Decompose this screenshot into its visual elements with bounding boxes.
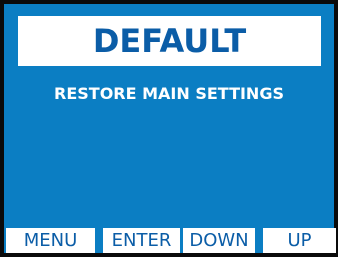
page-title: DEFAULT [18, 16, 321, 66]
device-screen: DEFAULT RESTORE MAIN SETTINGS MENU ENTER… [0, 0, 338, 257]
screen-subtitle: RESTORE MAIN SETTINGS [54, 84, 284, 103]
down-button[interactable]: DOWN [183, 228, 255, 253]
enter-button[interactable]: ENTER [103, 228, 180, 253]
up-button[interactable]: UP [263, 228, 336, 253]
menu-button[interactable]: MENU [6, 228, 95, 253]
